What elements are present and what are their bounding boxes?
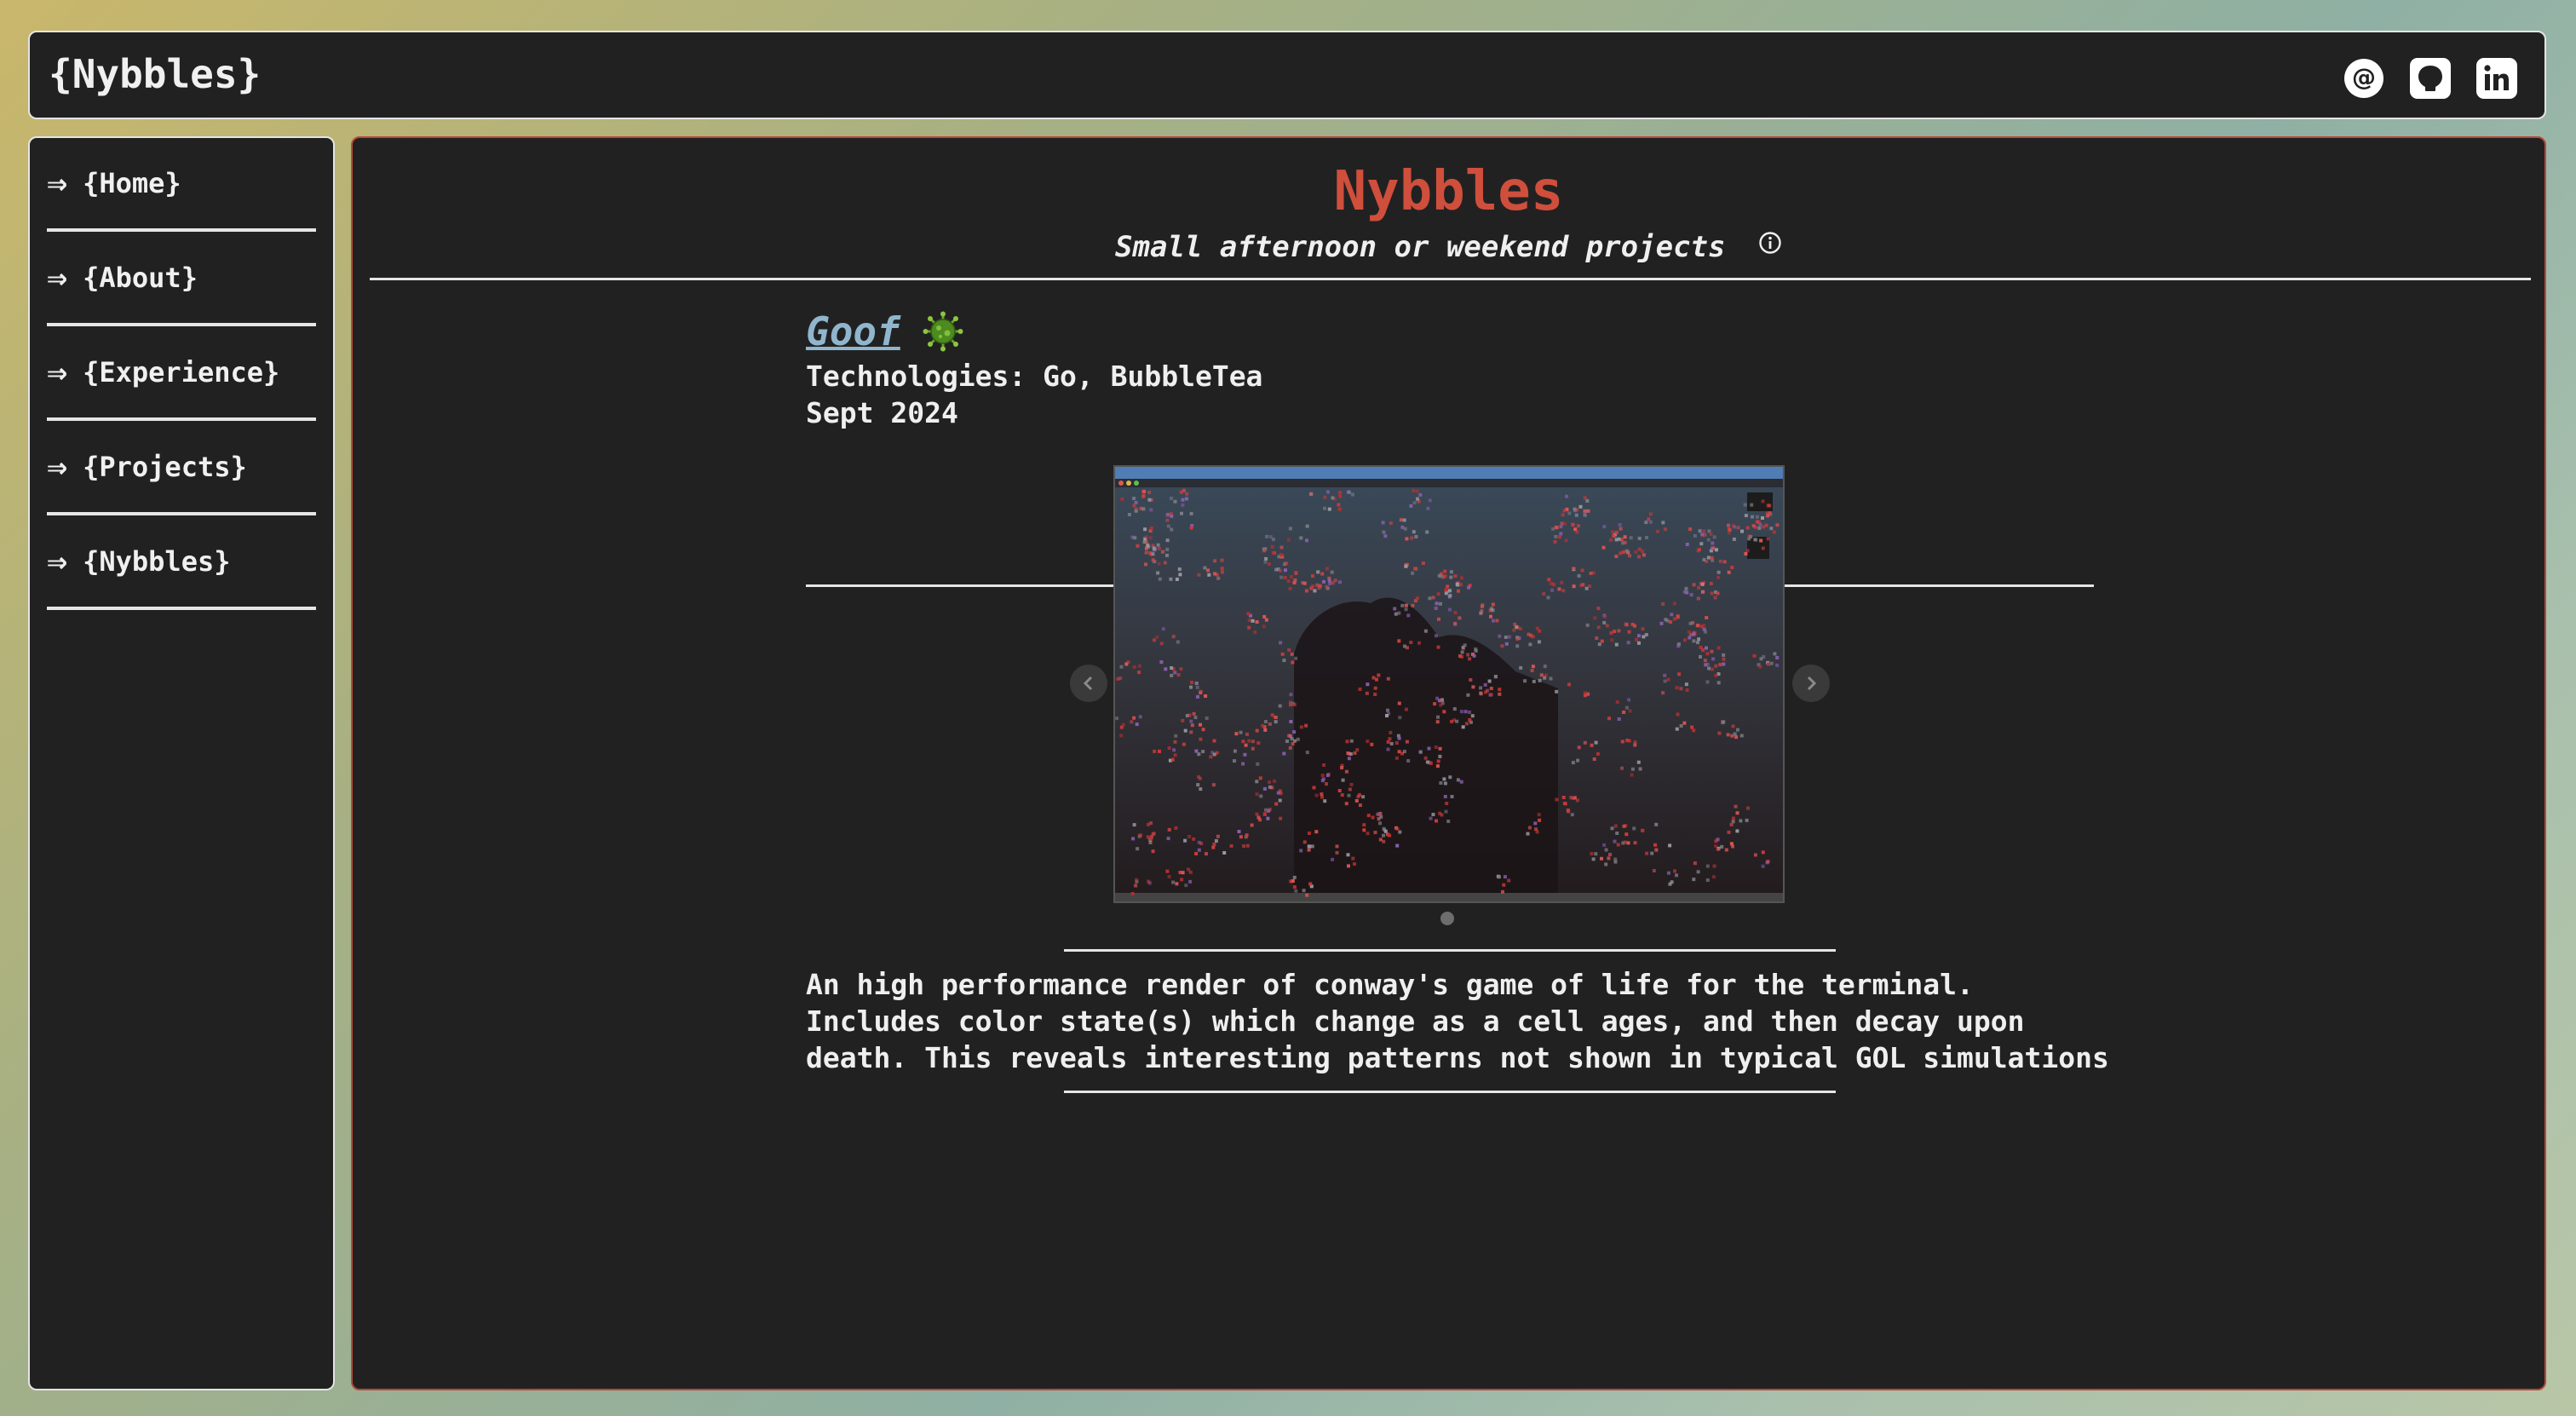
sidebar-item-experience[interactable]: ⇒ {Experience} — [47, 327, 316, 421]
description-bottom-divider — [1064, 1091, 1836, 1093]
github-icon[interactable] — [2406, 55, 2454, 102]
sidebar-nav: ⇒ {Home} ⇒ {About} ⇒ {Experience} ⇒ {Pro… — [28, 136, 335, 1390]
site-brand[interactable]: {Nybbles} — [49, 51, 261, 97]
svg-text:@: @ — [2352, 63, 2376, 91]
linkedin-icon[interactable] — [2473, 55, 2521, 102]
carousel-dot[interactable] — [1440, 912, 1454, 925]
arrow-icon: ⇒ — [47, 353, 68, 392]
sidebar-item-label: {Home} — [83, 167, 181, 199]
email-icon[interactable]: @ — [2340, 55, 2388, 102]
project-date: Sept 2024 — [806, 396, 958, 429]
sidebar-item-label: {Experience} — [83, 356, 280, 389]
project-card: Goof Technologies: Go, BubbleTea Sept 20… — [806, 305, 2094, 431]
description-top-divider — [1064, 949, 1836, 952]
social-links: @ — [2340, 55, 2521, 102]
sidebar-item-label: {About} — [83, 262, 198, 294]
sidebar-item-about[interactable]: ⇒ {About} — [47, 233, 316, 326]
arrow-icon: ⇒ — [47, 447, 68, 486]
info-icon[interactable] — [1758, 228, 1782, 262]
carousel-next-button[interactable] — [1792, 665, 1830, 702]
arrow-icon: ⇒ — [47, 542, 68, 581]
project-screenshot — [1113, 465, 1785, 903]
project-description: An high performance render of conway's g… — [806, 968, 2109, 1074]
sidebar-item-home[interactable]: ⇒ {Home} — [47, 138, 316, 232]
main-panel: Nybbles Small afternoon or weekend proje… — [351, 136, 2546, 1390]
carousel-prev-button[interactable] — [1070, 665, 1107, 702]
page-title: Nybbles — [1333, 160, 1564, 223]
game-of-life-render — [1115, 467, 1783, 901]
project-name-link[interactable]: Goof — [806, 308, 900, 354]
virus-icon — [923, 311, 963, 352]
sidebar-item-label: {Projects} — [83, 451, 247, 483]
page-subtitle-row: Small afternoon or weekend projects — [353, 230, 2544, 264]
sidebar-item-label: {Nybbles} — [83, 545, 231, 578]
title-divider — [370, 278, 2531, 280]
project-technologies: Technologies: Go, BubbleTea — [806, 360, 1263, 393]
project-header: Goof — [806, 305, 2094, 358]
header-bar: {Nybbles} @ — [28, 31, 2546, 119]
page-subtitle: Small afternoon or weekend projects — [1115, 230, 1726, 264]
sidebar-item-projects[interactable]: ⇒ {Projects} — [47, 422, 316, 515]
arrow-icon: ⇒ — [47, 258, 68, 297]
sidebar-item-nybbles[interactable]: ⇒ {Nybbles} — [47, 516, 316, 610]
arrow-icon: ⇒ — [47, 164, 68, 203]
